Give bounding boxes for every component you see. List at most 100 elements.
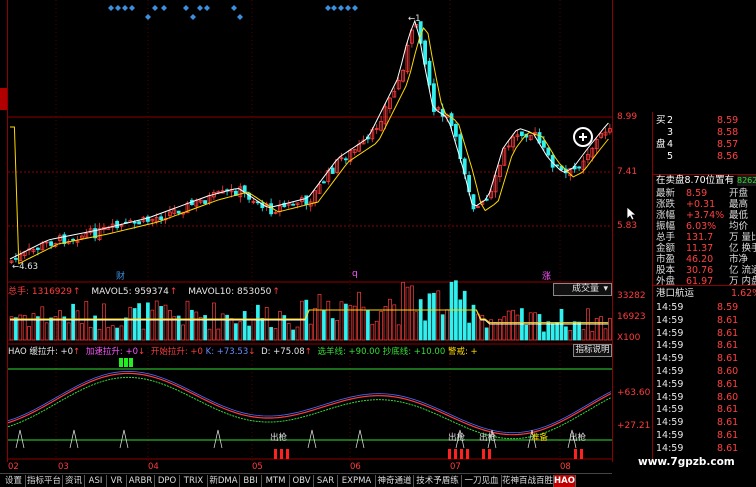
- candle-body: [471, 194, 476, 210]
- trade-row: 14:59 8.61: [653, 315, 756, 326]
- signal-label: 准备: [531, 433, 549, 443]
- volume-bar: [49, 317, 53, 341]
- volume-bar: [344, 303, 348, 341]
- signal-bar: [466, 449, 469, 459]
- quote-label: 涨幅: [656, 210, 676, 221]
- event-marker[interactable]: 涨: [542, 269, 551, 282]
- indicator-tab[interactable]: TRIX: [180, 475, 208, 487]
- order-book-row[interactable]: 5 8.56: [653, 151, 756, 162]
- volume-bar: [555, 322, 559, 341]
- volume-bar: [115, 327, 119, 341]
- volume-bar: [423, 320, 427, 341]
- trade-time: 14:59: [656, 417, 684, 429]
- trade-row: 14:59 8.61: [653, 353, 756, 364]
- hao-label: HAO 缓拉升: +0: [8, 347, 74, 357]
- volume-bar: [14, 317, 18, 341]
- volume-bar: [146, 302, 150, 341]
- trade-time: 14:59: [656, 442, 684, 454]
- indicator-tab[interactable]: 一刀见血: [462, 475, 502, 487]
- quote-value: 6.03%: [686, 221, 717, 232]
- candle-body: [321, 181, 326, 184]
- volume-bar: [190, 309, 194, 341]
- order-book-row[interactable]: 盘 4 8.57: [653, 139, 756, 150]
- trade-price: 8.60: [717, 391, 739, 403]
- trade-price: 8.59: [717, 302, 739, 313]
- signal-bar: [460, 449, 463, 459]
- indicator-tab[interactable]: MTM: [262, 475, 290, 487]
- indicator-tab[interactable]: HAO: [554, 475, 576, 487]
- quote-label: 涨跌: [656, 199, 676, 210]
- order-book-price: 8.59: [717, 115, 739, 126]
- candlestick-chart[interactable]: [7, 0, 620, 462]
- indicator-dropdown[interactable]: 成交量 ▾: [553, 283, 612, 296]
- volume-bar: [467, 322, 471, 341]
- indicator-tab[interactable]: 技术予盾练: [414, 475, 462, 487]
- indicator-explain-button[interactable]: 指标说明: [573, 344, 612, 357]
- trade-row: 14:59 8.61: [653, 417, 756, 428]
- volume-bar: [537, 314, 542, 341]
- quote-value: 131.7: [686, 232, 714, 243]
- signal-bar: [448, 449, 451, 459]
- volume-bar: [559, 308, 564, 341]
- order-book-index: 5: [667, 151, 674, 162]
- quote-row: 涨跌 +0.31 最高: [653, 199, 756, 210]
- time-tick: 04: [148, 462, 159, 472]
- indicator-tab[interactable]: OBV: [290, 475, 314, 487]
- order-book-row[interactable]: 3 8.58: [653, 127, 756, 138]
- indicator-tab[interactable]: DPO: [155, 475, 180, 487]
- volume-bar: [124, 317, 128, 341]
- quote-value: +0.31: [686, 199, 716, 210]
- candle-body: [291, 203, 296, 206]
- indicator-tab[interactable]: 指标平台: [26, 475, 63, 487]
- candle-body: [203, 200, 208, 204]
- indicator-tab[interactable]: 资讯: [63, 475, 85, 487]
- indicator-tab[interactable]: 花神百战百胜: [502, 475, 554, 487]
- order-book-price: 8.58: [717, 127, 739, 138]
- trade-price: 8.61: [717, 327, 739, 339]
- indicator-tab[interactable]: SAR: [314, 475, 338, 487]
- candle-body: [35, 247, 40, 250]
- candle-body: [453, 124, 458, 137]
- event-marker[interactable]: 财: [116, 269, 125, 282]
- volume-bar: [260, 318, 265, 341]
- left-tab-marker[interactable]: [0, 88, 7, 110]
- quote-label: 金额: [656, 243, 676, 254]
- d-value: D: +75.08: [261, 347, 305, 357]
- candle-body: [115, 220, 119, 229]
- indicator-tab[interactable]: 设置: [2, 475, 26, 487]
- order-book-side: 盘: [656, 139, 666, 150]
- left-scroll-strip: [0, 0, 8, 462]
- order-book-index: 3: [667, 127, 674, 138]
- order-header-badge: 8262手: [737, 175, 756, 186]
- chart-area[interactable]: [7, 0, 620, 462]
- volume-bar: [564, 326, 568, 341]
- order-book-row[interactable]: 买 2 8.59: [653, 115, 756, 126]
- trade-price: 8.61: [717, 442, 739, 454]
- indicator-dropdown-label: 成交量: [572, 284, 600, 294]
- quote-suffix: 万 量比: [729, 232, 756, 243]
- trade-row: 14:59 8.61: [653, 340, 756, 351]
- k-value: K: +73.53: [205, 347, 249, 357]
- candle-body: [71, 238, 75, 241]
- quote-value: 11.37: [686, 243, 714, 254]
- indicator-tab[interactable]: 神奇通道: [376, 475, 414, 487]
- candle-body: [132, 221, 137, 224]
- indicator-tab[interactable]: EXPMA: [338, 475, 376, 487]
- indicator-tab[interactable]: ARBR: [127, 475, 155, 487]
- trade-row: 14:59 8.60: [653, 366, 756, 377]
- event-marker[interactable]: q: [352, 269, 358, 279]
- quote-suffix: 亿 流通: [729, 265, 756, 276]
- indicator-tab[interactable]: 新DMA: [208, 475, 240, 487]
- indicator-tab[interactable]: BBI: [240, 475, 262, 487]
- candle-body: [343, 158, 348, 161]
- indicator-tick: +63.60: [617, 388, 651, 398]
- quote-suffix: 最低: [729, 210, 749, 221]
- low-price-label: ←4.63: [12, 262, 39, 272]
- indicator-tab[interactable]: ASI: [85, 475, 107, 487]
- indicator-tab[interactable]: VR: [107, 475, 127, 487]
- signal-bar: [574, 449, 577, 459]
- xuanyang-label: 选羊线: +90.00: [317, 347, 380, 357]
- stock-name-row[interactable]: 港口航运 1.62%: [653, 288, 756, 299]
- order-book-index: 4: [667, 139, 674, 150]
- volume-bar: [366, 310, 370, 341]
